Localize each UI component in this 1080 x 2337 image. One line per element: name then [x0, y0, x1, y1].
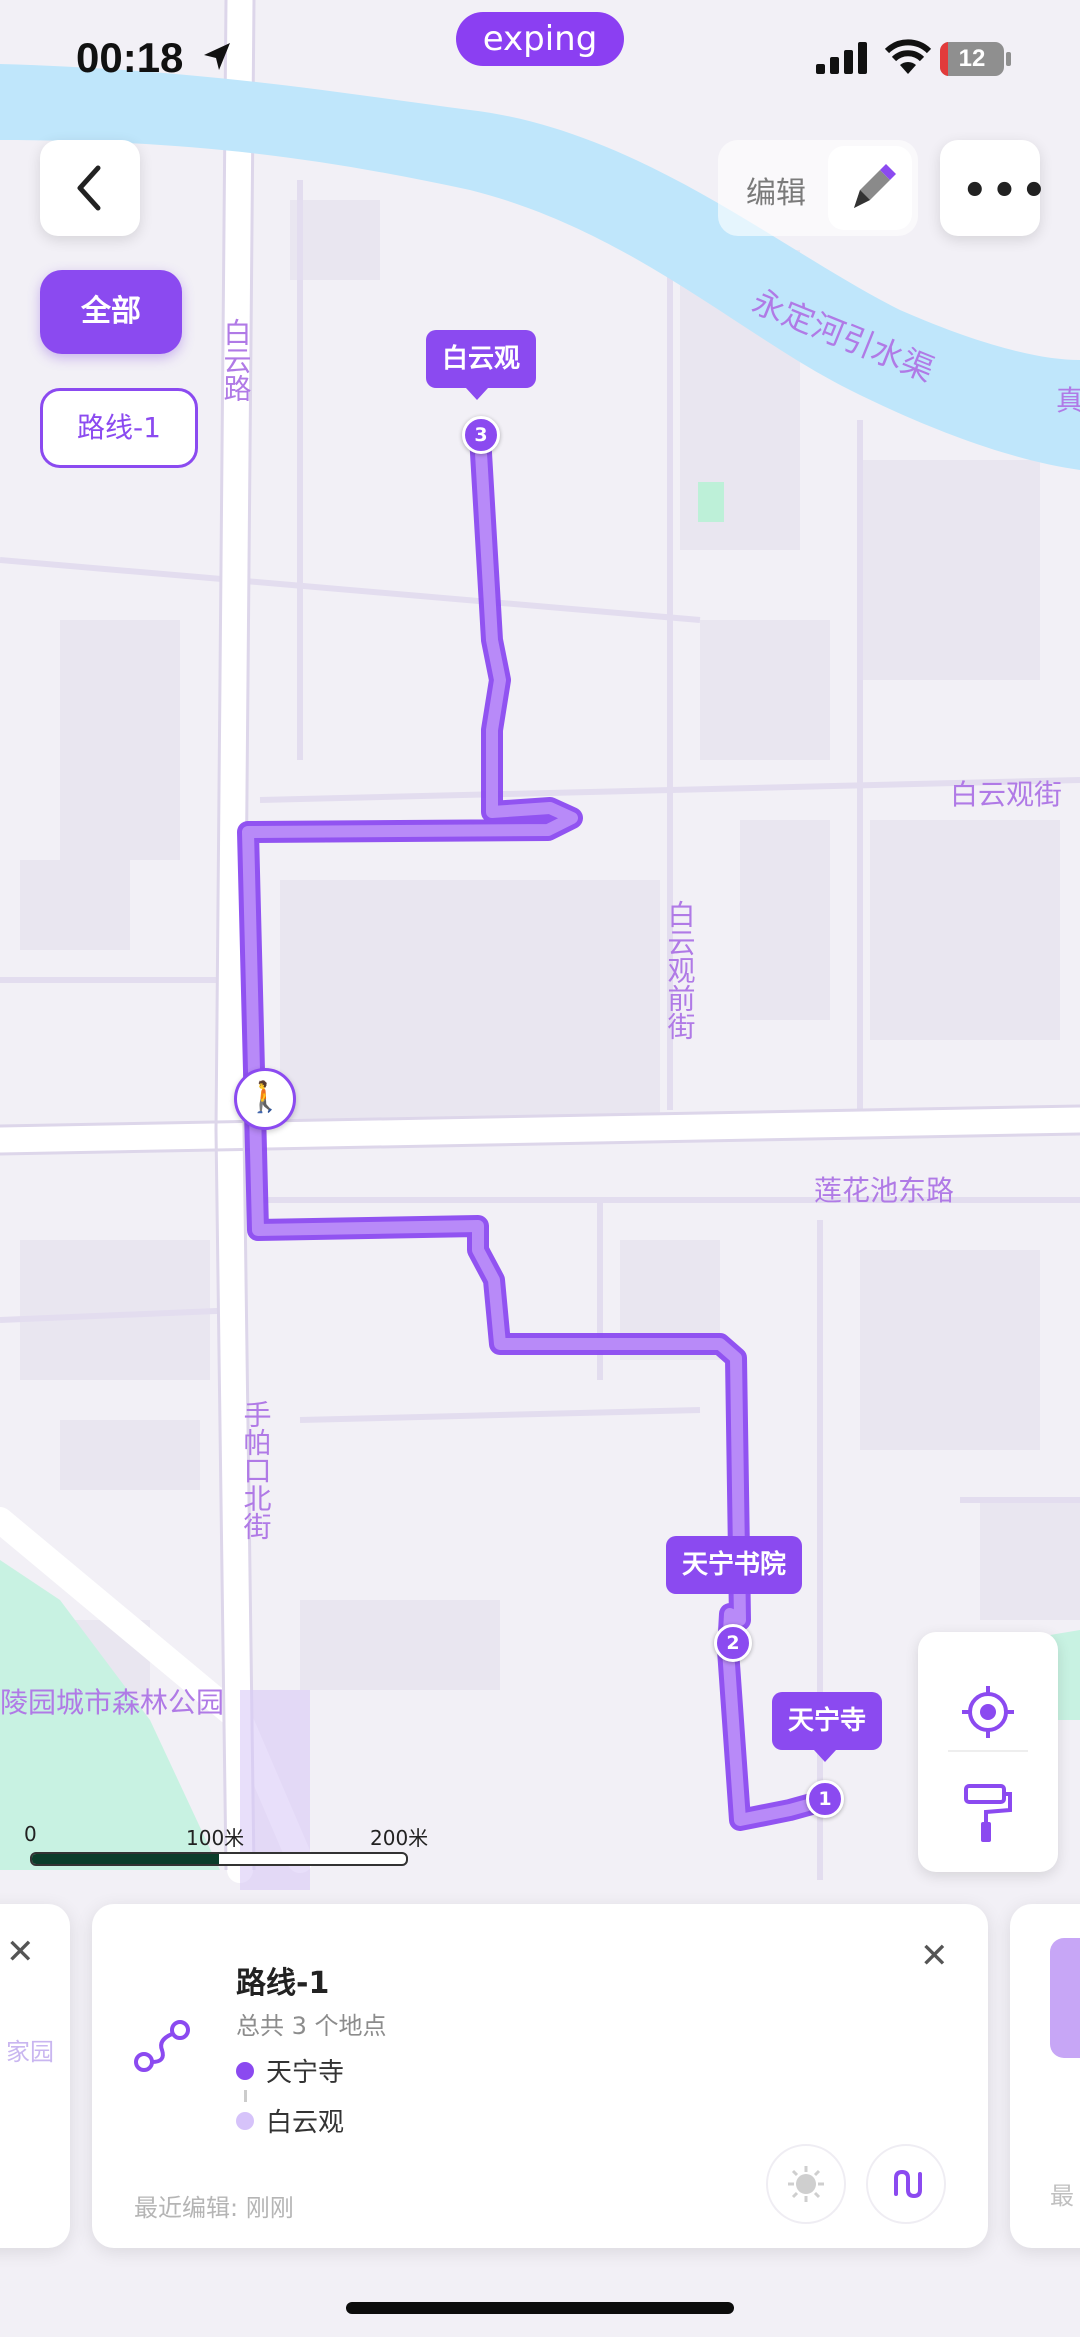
route-card-title: 路线-1 — [236, 1966, 330, 2001]
card-thumbnail — [1050, 1938, 1080, 2058]
street-label: 真 — [1056, 384, 1080, 417]
pin-pointer — [814, 1750, 836, 1762]
pen-icon — [854, 164, 896, 208]
battery-nub — [1006, 52, 1011, 66]
street-label: 陵园城市森林公园 — [0, 1686, 224, 1719]
scale-bar-fill — [32, 1854, 219, 1864]
close-icon[interactable]: ✕ — [6, 1932, 35, 1972]
sun-icon — [788, 2166, 824, 2202]
stop-marker-3[interactable]: 白云观 — [426, 330, 537, 400]
street-label: 白云路 — [220, 318, 253, 402]
divider — [948, 1750, 1028, 1752]
street-label: 白云观前街 — [664, 900, 697, 1040]
route-switch-icon — [894, 2169, 922, 2199]
wifi-icon — [884, 39, 932, 74]
home-indicator[interactable] — [346, 2302, 734, 2314]
cellular-signal-icon — [816, 42, 867, 74]
route-icon — [134, 2020, 190, 2072]
chevron-left-icon — [77, 165, 101, 211]
filter-route-chip[interactable]: 路线-1 — [40, 388, 198, 468]
stop-number-badge[interactable]: 2 — [714, 1624, 752, 1662]
back-button[interactable] — [40, 140, 140, 236]
last-edited: 最近编辑: 刚刚 — [134, 2194, 294, 2222]
scale-bar — [30, 1852, 408, 1866]
card-fragment: 家园 — [6, 2038, 54, 2066]
paint-roller-icon[interactable] — [960, 1782, 1016, 1846]
route-stop-name: 天宁寺 — [266, 2058, 345, 2088]
route-stop-name: 白云观 — [266, 2108, 345, 2138]
more-icon: ••• — [962, 168, 1051, 214]
battery-level: 12 — [958, 45, 986, 72]
scale-label-zero: 0 — [24, 1822, 37, 1846]
stop-dot — [236, 2112, 254, 2130]
edit-label: 编辑 — [746, 176, 806, 211]
pin-pointer — [466, 388, 488, 400]
style-button[interactable] — [766, 2144, 846, 2224]
stop-label: 天宁书院 — [666, 1536, 803, 1594]
close-icon[interactable]: ✕ — [920, 1936, 949, 1976]
route-card-next[interactable]: 最 — [1010, 1904, 1080, 2248]
route-mode-button[interactable] — [866, 2144, 946, 2224]
street-label: 莲花池东路 — [814, 1174, 954, 1207]
route-card-prev[interactable]: ✕ 家园 — [0, 1904, 70, 2248]
brand-logo: exping — [456, 12, 624, 66]
map-tools-panel — [918, 1632, 1058, 1872]
street-label: 手帕口北街 — [240, 1400, 273, 1540]
stop-label: 天宁寺 — [772, 1692, 883, 1750]
stop-connector — [244, 2090, 247, 2102]
stop-label: 白云观 — [426, 330, 537, 388]
edit-pen-button[interactable] — [828, 146, 912, 230]
route-card-subtitle: 总共 3 个地点 — [236, 2012, 387, 2040]
scale-label-mid: 100米 — [186, 1826, 245, 1850]
stop-dot — [236, 2062, 254, 2080]
battery-icon: 12 — [940, 42, 1004, 76]
card-fragment: 最 — [1050, 2182, 1074, 2210]
filter-all-chip[interactable]: 全部 — [40, 270, 182, 354]
street-label: 白云观街 — [950, 778, 1062, 811]
scale-label-end: 200米 — [370, 1826, 429, 1850]
status-time: 00:18 — [76, 34, 184, 81]
location-arrow-icon — [204, 43, 230, 70]
stop-marker-1[interactable]: 天宁寺 — [772, 1692, 883, 1762]
stop-marker-2[interactable]: 天宁书院 — [666, 1536, 803, 1594]
stop-number-badge[interactable]: 3 — [462, 416, 500, 454]
stop-number-badge[interactable]: 1 — [806, 1780, 844, 1818]
walking-person-icon[interactable]: 🚶 — [234, 1068, 296, 1130]
locate-me-icon[interactable] — [960, 1684, 1016, 1740]
